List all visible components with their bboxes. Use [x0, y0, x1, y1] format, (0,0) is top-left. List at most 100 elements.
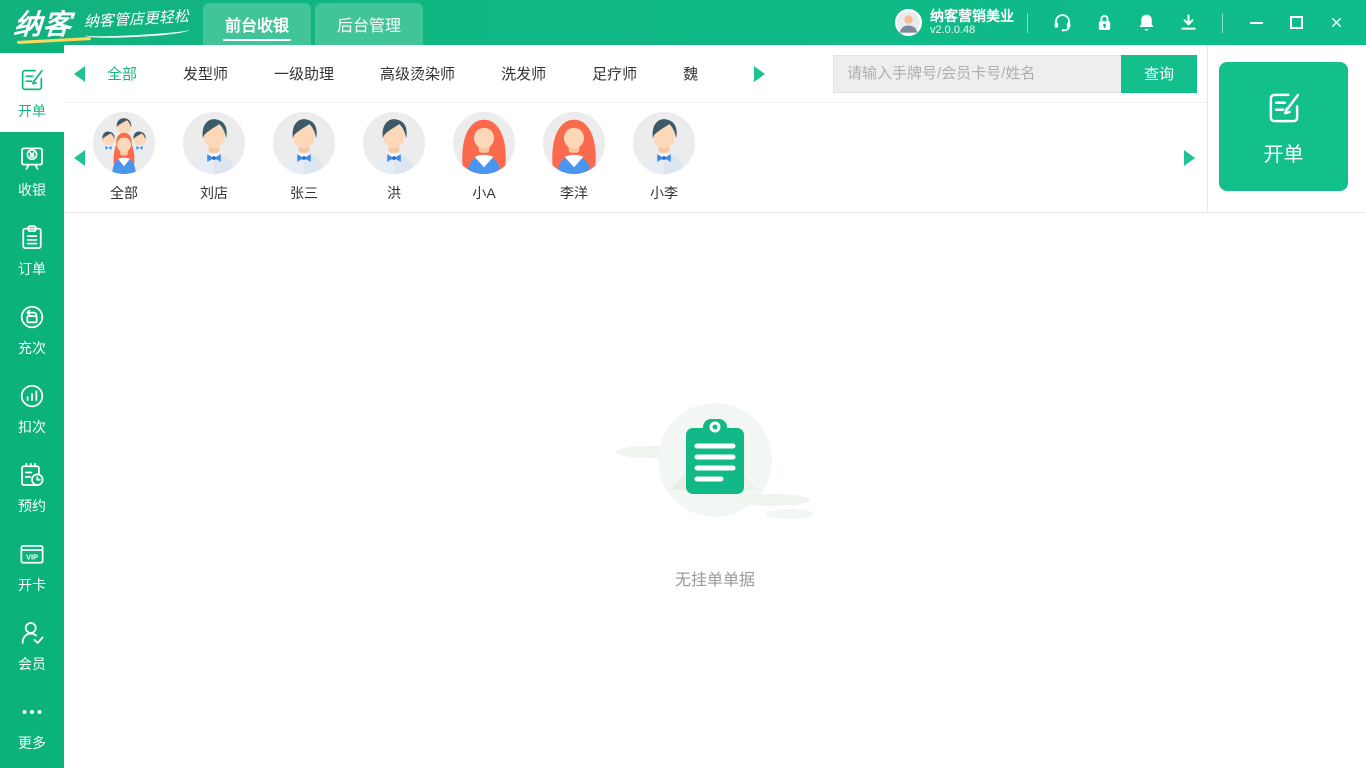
sidebar-item[interactable]: 充次 — [0, 290, 64, 369]
top-section: 全部 发型师 一级助理 高级烫染师 洗发师 足疗师 魏 查询 — [64, 45, 1366, 213]
sidebar-item[interactable]: 预约 — [0, 448, 64, 527]
close-button[interactable] — [1316, 0, 1356, 45]
cashier-icon — [17, 144, 47, 174]
bill-icon — [17, 65, 47, 95]
bell-icon[interactable] — [1125, 0, 1167, 45]
category-tab[interactable]: 足疗师 — [592, 63, 637, 84]
sidebar-item-label: 充次 — [18, 339, 46, 356]
search-button[interactable]: 查询 — [1121, 54, 1197, 93]
content: 全部 发型师 一级助理 高级烫染师 洗发师 足疗师 魏 查询 — [64, 45, 1366, 768]
sidebar-item[interactable]: 更多 — [0, 685, 64, 764]
male-avatar — [633, 112, 695, 174]
staff-item[interactable]: 李洋 — [543, 112, 605, 203]
main-tab[interactable]: 后台管理 — [315, 3, 424, 45]
staff-item[interactable]: 刘店 — [183, 112, 245, 203]
staff-name: 小李 — [650, 185, 678, 201]
staff-name: 小A — [472, 185, 496, 201]
app-window: 纳客 纳客管店更轻松 前台收银 后台管理 纳客营销美业 v2.0.0.48 开单… — [0, 0, 1366, 768]
lock-icon[interactable] — [1083, 0, 1125, 45]
main-tab[interactable]: 前台收银 — [203, 3, 312, 45]
staff-item[interactable]: 小A — [453, 112, 515, 203]
more-icon — [17, 697, 47, 727]
category-tab[interactable]: 一级助理 — [274, 63, 334, 84]
main-tabs: 前台收银 后台管理 — [203, 3, 424, 45]
category-tab[interactable]: 全部 — [107, 63, 137, 84]
minimize-icon — [1249, 21, 1263, 24]
staff-prev-icon[interactable] — [74, 149, 85, 166]
sidebar-item-label: 会员 — [18, 655, 46, 672]
open-bill-button[interactable]: 开单 — [1219, 62, 1348, 191]
category-tab[interactable]: 洗发师 — [501, 63, 546, 84]
sidebar-item-label: 预约 — [18, 497, 46, 514]
orders-icon — [17, 223, 47, 253]
staff-item[interactable]: 洪 — [363, 112, 425, 203]
category-tab[interactable]: 魏 — [683, 63, 698, 84]
staff-name: 洪 — [387, 185, 401, 201]
sidebar-item-label: 扣次 — [18, 418, 46, 435]
category-tabs: 全部 发型师 一级助理 高级烫染师 洗发师 足疗师 魏 — [107, 63, 698, 84]
search-box: 查询 — [833, 54, 1197, 93]
topbar: 纳客 纳客管店更轻松 前台收银 后台管理 纳客营销美业 v2.0.0.48 — [0, 0, 1366, 45]
customer-service-icon[interactable] — [1041, 0, 1083, 45]
sidebar-item[interactable]: 开单 — [0, 53, 64, 132]
user-avatar-icon — [895, 8, 922, 36]
sidebar-item-label: 开单 — [18, 102, 46, 119]
app-slogan: 纳客管店更轻松 — [83, 5, 189, 39]
deduct-icon — [17, 381, 47, 411]
sidebar-item-label: 开卡 — [18, 576, 46, 593]
staff-name: 全部 — [110, 185, 138, 201]
staff-next-icon[interactable] — [1184, 149, 1195, 166]
staff-item[interactable]: 小李 — [633, 112, 695, 203]
workspace: 无挂单单据 — [64, 213, 1366, 768]
category-toolbar: 全部 发型师 一级助理 高级烫染师 洗发师 足疗师 魏 查询 — [64, 45, 1207, 103]
appointment-icon — [17, 460, 47, 490]
staff-list: 全部 刘店 张三 洪 小A 李洋 小李 — [93, 112, 695, 203]
sidebar-item[interactable]: 收银 — [0, 132, 64, 211]
empty-state-text: 无挂单单据 — [674, 571, 755, 589]
recharge-icon — [17, 302, 47, 332]
staff-name: 李洋 — [560, 185, 588, 201]
category-next-icon[interactable] — [754, 65, 766, 82]
group-avatar — [93, 112, 155, 174]
male-avatar — [183, 112, 245, 174]
svg-text:VIP: VIP — [26, 552, 38, 561]
sidebar: 开单 收银 订单 充次 扣次 预约 VIP 开卡 会员 更多 — [0, 45, 64, 768]
category-tab[interactable]: 高级烫染师 — [380, 63, 455, 84]
app-logo: 纳客 — [12, 3, 92, 44]
app-version: v2.0.0.48 — [930, 24, 976, 37]
empty-state-illustration — [600, 392, 830, 542]
male-avatar — [273, 112, 335, 174]
sidebar-item[interactable]: VIP 开卡 — [0, 527, 64, 606]
topbar-right: 纳客营销美业 v2.0.0.48 — [895, 0, 1366, 45]
sidebar-item[interactable]: 订单 — [0, 211, 64, 290]
sidebar-item-label: 收银 — [18, 181, 46, 198]
category-tab[interactable]: 发型师 — [183, 63, 228, 84]
member-icon — [17, 618, 47, 648]
user-chip[interactable]: 纳客营销美业 v2.0.0.48 — [895, 8, 1014, 38]
vip-card-icon: VIP — [17, 539, 47, 569]
female-avatar — [543, 112, 605, 174]
staff-item[interactable]: 全部 — [93, 112, 155, 203]
topbar-divider — [1027, 12, 1028, 33]
female-avatar — [453, 112, 515, 174]
sidebar-item-label: 订单 — [18, 260, 46, 277]
staff-row: 全部 刘店 张三 洪 小A 李洋 小李 — [64, 103, 1207, 212]
action-panel: 开单 — [1208, 45, 1366, 212]
staff-item[interactable]: 张三 — [273, 112, 335, 203]
staff-name: 刘店 — [200, 185, 228, 201]
staff-name: 张三 — [290, 185, 318, 201]
user-name: 纳客营销美业 — [930, 7, 1014, 24]
minimize-button[interactable] — [1236, 0, 1276, 45]
category-prev-icon[interactable] — [74, 65, 85, 82]
download-icon[interactable] — [1167, 0, 1209, 45]
logo-text: 纳客 — [12, 8, 73, 40]
maximize-button[interactable] — [1276, 0, 1316, 45]
maximize-icon — [1289, 16, 1303, 29]
male-avatar — [363, 112, 425, 174]
bill-icon — [1263, 87, 1305, 129]
sidebar-item[interactable]: 会员 — [0, 606, 64, 685]
search-input[interactable] — [833, 54, 1121, 93]
sidebar-item[interactable]: 扣次 — [0, 369, 64, 448]
topbar-divider — [1222, 12, 1223, 33]
sidebar-item-label: 更多 — [18, 734, 46, 751]
